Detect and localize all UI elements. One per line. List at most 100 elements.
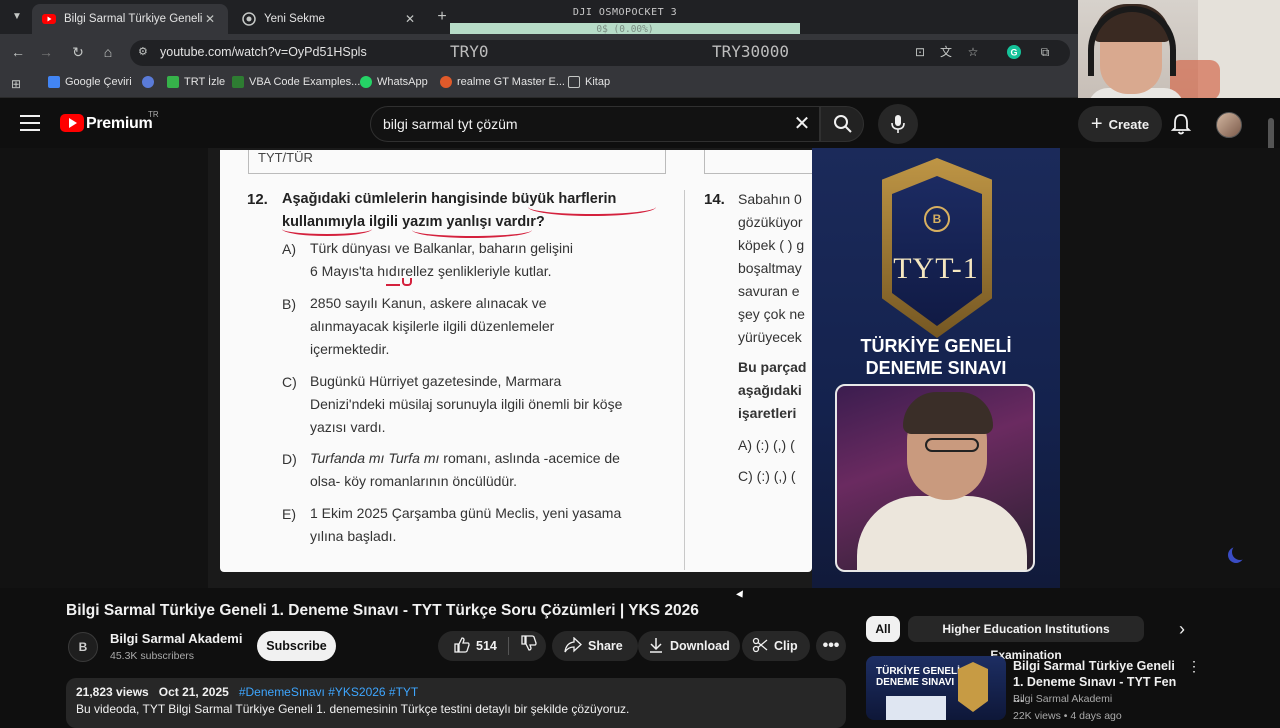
download-button[interactable]: Download: [638, 631, 740, 661]
question-12-number: 12.: [247, 191, 268, 208]
close-tab-icon[interactable]: ✕: [202, 12, 218, 26]
menu-icon[interactable]: [20, 115, 40, 131]
option-letter: A): [282, 241, 296, 257]
option-c-line1: Bugünkü Hürriyet gazetesinde, Marmara: [310, 373, 562, 389]
like-icon[interactable]: [454, 636, 470, 656]
channel-name[interactable]: Bilgi Sarmal Akademi: [110, 631, 242, 646]
whatsapp-icon: [360, 76, 372, 88]
q14-line: yürüyecek: [738, 329, 802, 345]
site-info-icon[interactable]: ⚙: [138, 45, 152, 59]
subscriber-count: 45.3K subscribers: [110, 650, 195, 662]
option-b-line1: 2850 sayılı Kanun, askere alınacak ve: [310, 295, 547, 311]
description-text: Bu videoda, TYT Bilgi Sarmal Türkiye Gen…: [76, 702, 630, 716]
voice-search-button[interactable]: [878, 104, 918, 144]
option-d-line2: olsa- köy romanlarının öncülüdür.: [310, 473, 517, 489]
search-button[interactable]: [820, 106, 864, 142]
bookmark-google-ceviri[interactable]: Google Çeviri: [48, 76, 132, 88]
bookmark-realme[interactable]: realme GT Master E...: [440, 76, 565, 88]
hashtags[interactable]: #DenemeSınavı #YKS2026 #TYT: [239, 685, 418, 699]
pen-underline: [412, 222, 532, 238]
forward-icon[interactable]: →: [36, 42, 56, 62]
upload-date: Oct 21, 2025: [158, 685, 229, 699]
install-app-icon[interactable]: ⊡: [912, 44, 928, 60]
q14-prompt: işaretleri: [738, 405, 797, 421]
q14-line: gözüküyor: [738, 214, 803, 230]
view-count: 21,823 views: [76, 685, 149, 699]
thumbnail-overlay: B TYT-1 TÜRKİYE GENELİ DENEME SINAVI: [812, 148, 1060, 588]
like-count[interactable]: 514: [476, 639, 497, 653]
bookmark-whatsapp[interactable]: WhatsApp: [360, 76, 428, 88]
like-dislike-group: 514: [438, 631, 546, 661]
channel-avatar[interactable]: B: [68, 632, 98, 662]
tab-new-tab[interactable]: Yeni Sekme ✕: [232, 4, 428, 34]
ambient-mode-icon: [1232, 544, 1248, 560]
option-e-line2: yılına başladı.: [310, 528, 397, 544]
clear-search-icon[interactable]: ✕: [792, 112, 812, 136]
vba-icon: [232, 76, 244, 88]
chevron-right-icon[interactable]: ›: [1170, 616, 1194, 642]
youtube-logo-icon[interactable]: [60, 114, 84, 132]
new-tab-button[interactable]: +: [432, 7, 452, 27]
youtube-brand[interactable]: Premium: [86, 115, 153, 133]
svg-text:G: G: [1010, 48, 1017, 58]
close-tab-icon[interactable]: ✕: [402, 12, 418, 26]
q14-line: boşaltmay: [738, 260, 802, 276]
tab-youtube[interactable]: Bilgi Sarmal Türkiye Geneli 1. D ✕: [32, 4, 228, 34]
webcam-feed: [1078, 0, 1280, 112]
plus-icon: +: [1090, 112, 1103, 135]
pen-underline: [282, 222, 372, 236]
recommended-video-channel[interactable]: Bilgi Sarmal Akademi: [1013, 693, 1112, 705]
option-c-line3: yazısı vardı.: [310, 419, 386, 435]
search-icon: [834, 115, 852, 133]
bookmark-kitap[interactable]: Kitap: [568, 76, 610, 88]
clip-button[interactable]: Clip: [742, 631, 810, 661]
q14-prompt: aşağıdaki: [738, 382, 802, 398]
tab-title: Yeni Sekme: [264, 13, 325, 25]
scissors-icon: [752, 637, 768, 656]
account-avatar[interactable]: [1216, 112, 1242, 138]
home-icon[interactable]: ⌂: [98, 42, 118, 62]
back-icon[interactable]: ←: [8, 42, 28, 62]
more-vert-icon[interactable]: ⋮: [1186, 658, 1202, 676]
bookmark-trt-izle[interactable]: TRT İzle: [167, 76, 225, 88]
host-camera: [835, 384, 1035, 572]
chip-all[interactable]: All: [866, 616, 900, 642]
search-query[interactable]: bilgi sarmal tyt çözüm: [383, 116, 518, 132]
create-button[interactable]: + Create: [1078, 106, 1162, 142]
option-d-line1: Turfanda mı Turfa mı romanı, aslında -ac…: [310, 450, 620, 466]
url-text[interactable]: youtube.com/watch?v=OyPd51HSpls: [160, 45, 367, 59]
video-title: Bilgi Sarmal Türkiye Geneli 1. Deneme Sı…: [66, 602, 699, 619]
chrome-icon: [242, 12, 256, 26]
realme-icon: [440, 76, 452, 88]
bookmark-link[interactable]: [142, 76, 159, 88]
bookmark-star-icon[interactable]: ☆: [965, 44, 981, 60]
trt-icon: [167, 76, 179, 88]
youtube-icon: [42, 12, 56, 26]
grammarly-icon[interactable]: G: [1006, 44, 1022, 60]
apps-grid-icon[interactable]: ⊞: [8, 76, 24, 92]
bookmark-vba[interactable]: VBA Code Examples...: [232, 76, 360, 88]
thumb-line2: DENEME SINAVI: [876, 677, 955, 688]
q14-option: A) (:) (,) (: [738, 437, 795, 453]
share-button[interactable]: Share: [552, 631, 638, 661]
translate-icon: [48, 76, 60, 88]
recommended-video-thumbnail[interactable]: TÜRKİYE GENELİ DENEME SINAVI: [866, 656, 1006, 720]
option-letter: E): [282, 506, 296, 522]
more-actions-icon[interactable]: •••: [816, 631, 846, 661]
reload-icon[interactable]: ↻: [68, 42, 88, 62]
chip-higher-education[interactable]: Higher Education Institutions Examinatio…: [908, 616, 1144, 662]
notifications-bell-icon[interactable]: [1170, 112, 1192, 136]
option-c-line2: Denizi'ndeki müsilaj sorunuyla ilgili ön…: [310, 396, 623, 412]
worksheet-page: TYT/TÜR 12. Aşağıdaki cümlelerin hangisi…: [220, 150, 812, 572]
subscribe-button[interactable]: Subscribe: [257, 631, 336, 661]
dislike-icon[interactable]: [514, 631, 544, 661]
worksheet-header: TYT/TÜR: [258, 150, 313, 165]
translate-page-icon[interactable]: 文: [938, 44, 954, 60]
option-a-line2: 6 Mayıs'ta hıdırellez şenlikleriyle kutl…: [310, 263, 552, 279]
tab-search-icon[interactable]: ▼: [6, 7, 28, 27]
option-e-line1: 1 Ekim 2025 Çarşamba günü Meclis, yeni y…: [310, 505, 622, 521]
extensions-icon[interactable]: ⧉: [1037, 44, 1053, 60]
q14-line: şey çok ne: [738, 306, 805, 322]
pen-mark: [386, 284, 400, 286]
overlay-device-name: DJI OSMOPOCKET 3: [572, 7, 678, 18]
